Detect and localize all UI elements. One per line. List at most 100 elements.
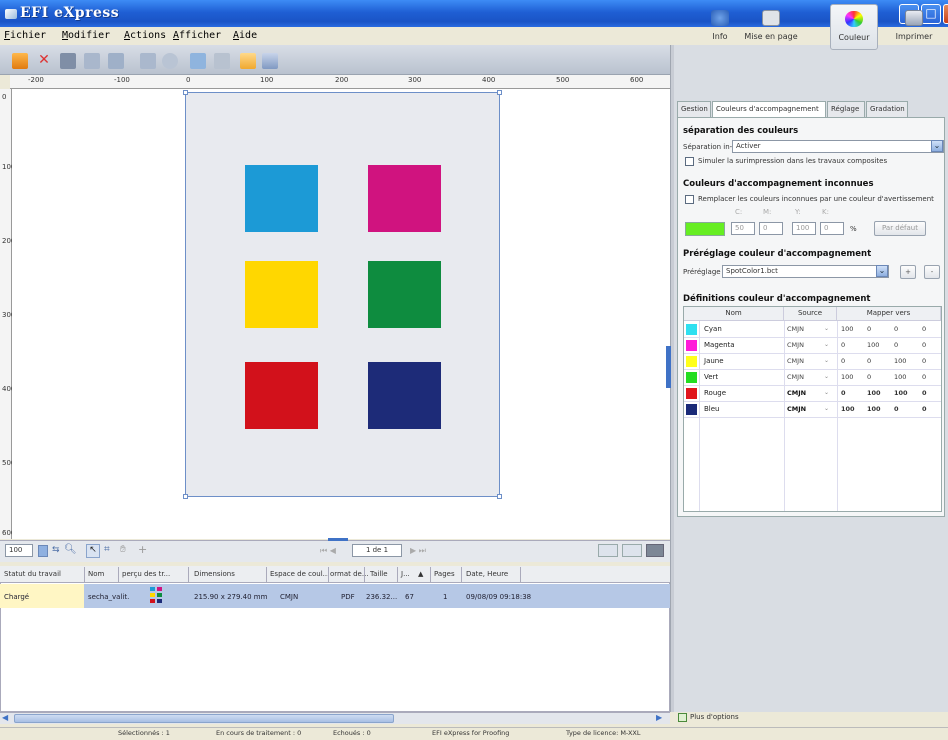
fit-page-icon[interactable]	[622, 544, 642, 557]
column-separator[interactable]	[520, 567, 521, 582]
col-header-date[interactable]: Date, Heure	[466, 570, 508, 578]
resize-handle[interactable]	[183, 494, 188, 499]
resize-handle[interactable]	[497, 90, 502, 95]
menu-afficher[interactable]: Afficher	[173, 30, 221, 41]
column-separator[interactable]	[188, 567, 189, 582]
map-m[interactable]: 100	[867, 341, 879, 349]
replace-checkbox[interactable]	[685, 195, 694, 204]
map-y[interactable]: 100	[894, 357, 906, 365]
default-button[interactable]: Par défaut	[874, 221, 926, 236]
chevron-down-icon[interactable]: ⌄	[824, 325, 829, 332]
image-icon[interactable]	[214, 53, 230, 69]
resize-handle[interactable]	[497, 494, 502, 499]
crop-tool-icon[interactable]: ⌗	[104, 544, 110, 555]
map-y[interactable]: 100	[894, 389, 908, 397]
chevron-down-icon[interactable]: ⌄	[931, 140, 943, 152]
open-folder-icon[interactable]	[12, 53, 28, 69]
tab-imprimer[interactable]: Imprimer	[890, 4, 938, 50]
tab-mise-en-page[interactable]: Mise en page	[744, 4, 798, 50]
map-m[interactable]: 100	[867, 389, 881, 397]
map-c[interactable]: 100	[841, 405, 855, 413]
col-header-j[interactable]: J...	[401, 570, 410, 578]
zoom-input[interactable]: 100	[5, 544, 33, 557]
magnifier-icon[interactable]: 🔍︎	[64, 544, 77, 555]
map-c[interactable]: 0	[841, 341, 845, 349]
resize-handle[interactable]	[183, 90, 188, 95]
map-c[interactable]: 0	[841, 357, 845, 365]
col-header-pages[interactable]: Pages	[434, 570, 455, 578]
map-y[interactable]: 0	[894, 405, 899, 413]
map-m[interactable]: 0	[867, 373, 871, 381]
close-button[interactable]: ×	[943, 4, 948, 24]
column-separator[interactable]	[397, 567, 398, 582]
col-header-colorspace[interactable]: Espace de coul...	[270, 570, 329, 578]
tab-gradation[interactable]: Gradation	[866, 101, 908, 117]
map-k[interactable]: 0	[922, 405, 927, 413]
chevron-down-icon[interactable]: ⌄	[824, 405, 829, 412]
tab-info[interactable]: Info	[696, 4, 744, 50]
column-separator[interactable]	[84, 567, 85, 582]
map-c[interactable]: 0	[841, 389, 846, 397]
rip-select[interactable]: Activer	[732, 140, 944, 153]
document-page[interactable]	[183, 90, 502, 499]
simulate-checkbox[interactable]	[685, 157, 694, 166]
map-y[interactable]: 100	[894, 373, 906, 381]
crosshair-icon[interactable]: +	[138, 543, 147, 556]
remove-preset-button[interactable]: -	[924, 265, 940, 279]
map-k[interactable]: 0	[922, 389, 927, 397]
spot-color-table[interactable]: Nom Source Mapper vers Cyan CMJN ⌄ 100 0…	[683, 306, 942, 512]
map-k[interactable]: 0	[922, 341, 926, 349]
first-page-icon[interactable]: ⏮︎ ◀	[320, 546, 336, 556]
map-y[interactable]: 0	[894, 325, 898, 333]
column-separator[interactable]	[461, 567, 462, 582]
warning-color-swatch[interactable]	[685, 222, 725, 236]
col-header-mapper[interactable]: Mapper vers	[837, 307, 941, 321]
table-row[interactable]: Magenta CMJN ⌄ 0 100 0 0	[684, 338, 941, 354]
m-field[interactable]: 0	[759, 222, 783, 235]
scroll-thumb[interactable]	[14, 714, 394, 723]
map-m[interactable]: 0	[867, 357, 871, 365]
y-field[interactable]: 100	[792, 222, 816, 235]
refresh-icon[interactable]	[162, 53, 178, 69]
map-k[interactable]: 0	[922, 357, 926, 365]
map-c[interactable]: 100	[841, 373, 853, 381]
map-k[interactable]: 0	[922, 325, 926, 333]
menu-modifier[interactable]: Modifier	[62, 30, 110, 41]
zoom-fit-icon[interactable]: ⇆	[52, 545, 60, 555]
delete-icon[interactable]: ✕	[36, 53, 52, 69]
horizontal-scrollbar[interactable]: ◀ ▶	[0, 712, 670, 724]
zoom-spinner[interactable]	[38, 545, 48, 557]
table-row[interactable]: Bleu CMJN ⌄ 100 100 0 0	[684, 402, 941, 418]
map-y[interactable]: 0	[894, 341, 898, 349]
chevron-down-icon[interactable]: ⌄	[876, 265, 888, 277]
scroll-left-icon[interactable]: ◀	[2, 713, 8, 722]
scroll-right-icon[interactable]: ▶	[656, 713, 662, 722]
brush-icon[interactable]	[262, 53, 278, 69]
print-icon[interactable]	[84, 53, 100, 69]
add-preset-button[interactable]: +	[900, 265, 916, 279]
import-icon[interactable]	[190, 53, 206, 69]
tab-couleurs-accompagnement[interactable]: Couleurs d'accompagnement	[712, 101, 826, 117]
column-separator[interactable]	[266, 567, 267, 582]
table-row[interactable]: Vert CMJN ⌄ 100 0 100 0	[684, 370, 941, 386]
tab-reglage[interactable]: Réglage	[827, 101, 865, 117]
column-separator[interactable]	[328, 567, 329, 582]
panel-resize-grip[interactable]	[328, 538, 348, 541]
menu-fichier[interactable]: Fichier	[4, 30, 46, 41]
map-k[interactable]: 0	[922, 373, 926, 381]
table-row[interactable]: Rouge CMJN ⌄ 0 100 100 0	[684, 386, 941, 402]
more-options-checkbox[interactable]	[678, 713, 687, 722]
col-header-nom[interactable]: Nom	[684, 307, 784, 321]
col-header-preview[interactable]: perçu des tr...	[122, 570, 170, 578]
splitter-handle[interactable]	[666, 346, 671, 388]
column-separator[interactable]	[364, 567, 365, 582]
edit-icon[interactable]	[240, 53, 256, 69]
col-header-format[interactable]: ormat de...	[330, 570, 369, 578]
column-separator[interactable]	[430, 567, 431, 582]
chevron-down-icon[interactable]: ⌄	[824, 373, 829, 380]
menu-aide[interactable]: Aide	[233, 30, 257, 41]
c-field[interactable]: 50	[731, 222, 755, 235]
table-row[interactable]: Cyan CMJN ⌄ 100 0 0 0	[684, 322, 941, 338]
map-m[interactable]: 0	[867, 325, 871, 333]
column-separator[interactable]	[118, 567, 119, 582]
